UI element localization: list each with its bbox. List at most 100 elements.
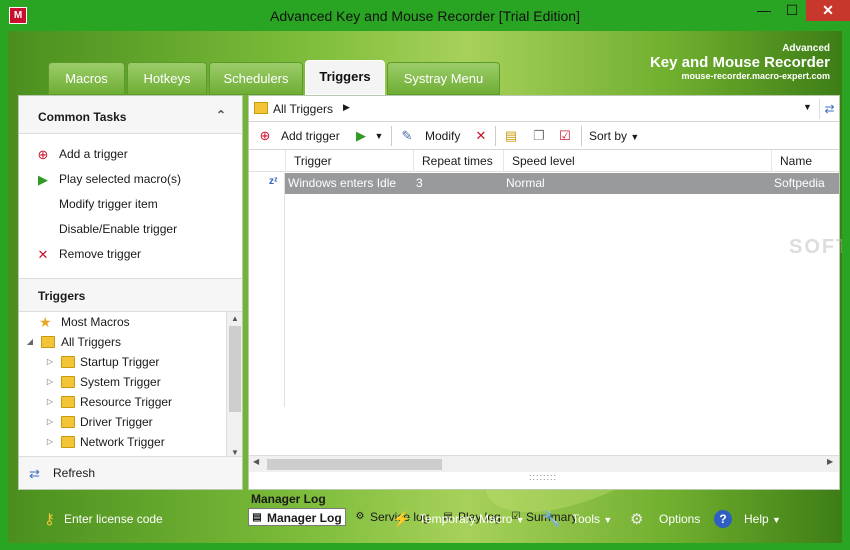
copy-icon[interactable]: ❐ (531, 128, 547, 144)
toolbar: ⊕ Add trigger ▶ ▼ ✎ Modify ✕ ▤ ❐ ☑ Sort … (249, 122, 839, 150)
task-disable-enable-trigger[interactable]: Disable/Enable trigger (19, 217, 242, 242)
address-bar[interactable]: All Triggers ▶ ▼ ⇄ (249, 96, 839, 122)
play-icon[interactable]: ▶ (353, 128, 369, 144)
watermark: SOFTPEDIA (789, 236, 842, 258)
lock-icon[interactable]: ▤ (503, 128, 519, 144)
toolbar-separator (495, 126, 496, 146)
tree-item-label: Startup Trigger (80, 355, 160, 369)
expanded-arrow-icon[interactable]: ◢ (25, 332, 35, 352)
refresh-icon: ⇄ (29, 466, 40, 481)
tree-item-label: Most Macros (61, 315, 130, 329)
collapsed-arrow-icon[interactable]: ▷ (45, 412, 55, 432)
play-icon: ▶ (38, 172, 48, 187)
main-frame: Advanced Key and Mouse Recorder mouse-re… (8, 31, 842, 543)
sort-by-label: Sort by (589, 129, 628, 143)
collapsed-arrow-icon[interactable]: ▷ (45, 432, 55, 452)
triggers-tree-header: Triggers (19, 278, 242, 312)
sync-icon[interactable]: ⇄ (819, 99, 839, 119)
task-play-selected[interactable]: ▶ Play selected macro(s) (19, 167, 242, 192)
checklist-icon[interactable]: ☑ (557, 128, 573, 144)
tab-systray-menu[interactable]: Systray Menu (387, 62, 500, 95)
column-repeat-times[interactable]: Repeat times (413, 150, 503, 172)
brand-line-3: mouse-recorder.macro-expert.com (681, 71, 830, 81)
address-dropdown-icon[interactable]: ▼ (803, 102, 812, 112)
splitter-grip[interactable]: :::::::: (529, 472, 557, 482)
tree-item-system-trigger[interactable]: ▷ System Trigger (19, 372, 242, 392)
triggers-tree: ★ Most Macros ◢ All Triggers ▷ Startup T… (19, 312, 242, 462)
wrench-icon: 🔧 (542, 511, 561, 528)
tree-item-resource-trigger[interactable]: ▷ Resource Trigger (19, 392, 242, 412)
collapsed-arrow-icon[interactable]: ▷ (45, 392, 55, 412)
tree-item-all-triggers[interactable]: ◢ All Triggers (19, 332, 242, 352)
task-label: Disable/Enable trigger (59, 222, 178, 236)
modify-button[interactable]: Modify (425, 122, 460, 150)
tree-item-network-trigger[interactable]: ▷ Network Trigger (19, 432, 242, 452)
tools-menu[interactable]: Tools ▼ (572, 512, 612, 526)
table-row[interactable]: Windows enters Idle 3 Normal Softpedia (285, 173, 839, 194)
tree-item-label: System Trigger (80, 375, 161, 389)
tab-triggers[interactable]: Triggers (305, 60, 385, 95)
task-modify-trigger[interactable]: Modify trigger item (19, 192, 242, 217)
task-label: Modify trigger item (59, 197, 158, 211)
folder-icon (61, 436, 75, 448)
dropdown-icon: ▼ (772, 515, 781, 525)
common-tasks-header[interactable]: Common Tasks ⌃ (19, 96, 242, 134)
scroll-left-icon[interactable]: ◀ (253, 457, 259, 466)
delete-icon[interactable]: ✕ (473, 128, 489, 144)
dropdown-icon: ▼ (515, 515, 525, 525)
add-trigger-button[interactable]: Add trigger (281, 122, 340, 150)
collapse-chevron-icon[interactable]: ⌃ (216, 108, 226, 122)
breadcrumb-arrow-icon[interactable]: ▶ (343, 102, 350, 113)
right-panel: All Triggers ▶ ▼ ⇄ ⊕ Add trigger ▶ ▼ ✎ M… (248, 95, 842, 490)
left-panel: Common Tasks ⌃ ⊕ Add a trigger ▶ Play se… (18, 95, 243, 490)
dropdown-icon: ▼ (603, 515, 613, 525)
scroll-thumb[interactable] (267, 459, 442, 470)
tab-macros[interactable]: Macros (48, 62, 125, 95)
temporary-macro-menu[interactable]: Temporary Macro ▼ (419, 512, 525, 526)
brand-logo: Advanced Key and Mouse Recorder mouse-re… (650, 43, 830, 81)
common-tasks-title: Common Tasks (38, 110, 127, 124)
scroll-up-icon[interactable]: ▲ (227, 314, 242, 323)
scroll-right-icon[interactable]: ▶ (827, 457, 833, 466)
collapsed-arrow-icon[interactable]: ▷ (45, 372, 55, 392)
maximize-button[interactable]: ☐ (778, 0, 806, 21)
help-menu[interactable]: Help ▼ (744, 512, 781, 526)
enter-license-link[interactable]: Enter license code (64, 512, 163, 526)
collapsed-arrow-icon[interactable]: ▷ (45, 352, 55, 372)
column-trigger[interactable]: Trigger (285, 150, 413, 172)
column-name[interactable]: Name (771, 150, 839, 172)
tab-hotkeys[interactable]: Hotkeys (127, 62, 207, 95)
key-icon: ⚷ (44, 511, 55, 528)
task-add-trigger[interactable]: ⊕ Add a trigger (19, 142, 242, 167)
row-gutter: zᶻ (249, 173, 285, 407)
modify-icon: ✎ (401, 128, 413, 143)
folder-icon (61, 416, 75, 428)
sort-by-button[interactable]: Sort by ▼ (589, 122, 639, 150)
idle-sleep-icon: zᶻ (269, 176, 278, 187)
toolbar-separator (581, 126, 582, 146)
tree-item-most-macros[interactable]: ★ Most Macros (19, 312, 242, 332)
cell-name: Softpedia (774, 176, 825, 190)
gear-icon: ⚙ (630, 511, 644, 528)
options-button[interactable]: Options (659, 512, 700, 526)
tools-label: Tools (572, 512, 601, 526)
tree-item-driver-trigger[interactable]: ▷ Driver Trigger (19, 412, 242, 432)
folder-icon (61, 356, 75, 368)
tree-item-label: Driver Trigger (80, 415, 153, 429)
task-label: Add a trigger (59, 147, 128, 161)
scroll-thumb[interactable] (229, 326, 241, 412)
tree-scrollbar[interactable]: ▲ ▼ (226, 312, 242, 462)
sort-dropdown-icon: ▼ (630, 132, 640, 142)
refresh-button[interactable]: ⇄ Refresh (19, 456, 242, 489)
tree-item-startup-trigger[interactable]: ▷ Startup Trigger (19, 352, 242, 372)
minimize-button[interactable]: — (750, 0, 778, 21)
play-dropdown-icon[interactable]: ▼ (371, 128, 387, 144)
star-icon: ★ (39, 314, 52, 330)
close-button[interactable]: ✕ (806, 0, 850, 21)
task-remove-trigger[interactable]: ✕ Remove trigger (19, 242, 242, 267)
column-speed-level[interactable]: Speed level (503, 150, 771, 172)
folder-icon (254, 102, 268, 114)
tab-schedulers[interactable]: Schedulers (209, 62, 303, 95)
horizontal-scrollbar[interactable]: ◀ ▶ (249, 455, 839, 472)
toolbar-separator (391, 126, 392, 146)
